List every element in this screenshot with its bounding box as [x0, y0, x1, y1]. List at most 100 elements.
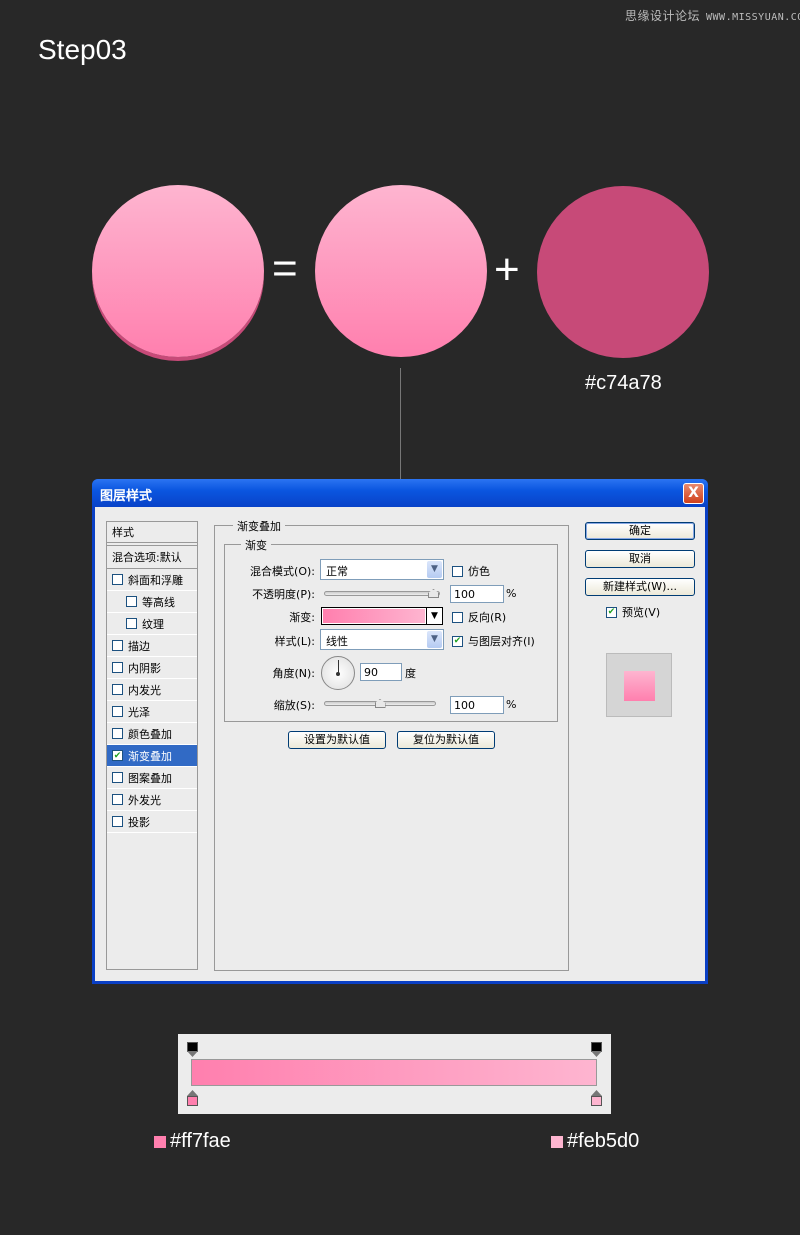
step-title: Step03 — [38, 34, 127, 65]
checkbox-icon[interactable] — [126, 618, 137, 629]
dialog-body: 样式 混合选项:默认 斜面和浮雕 等高线 纹理 描边 内阴影 内发光 光泽 颜色叠加 ✔ 渐变叠加… — [95, 507, 705, 981]
style-item[interactable]: 内阴影 — [107, 657, 197, 679]
gradient-swatch[interactable] — [323, 609, 425, 623]
style-item-label: 内阴影 — [128, 661, 161, 675]
reverse-checkbox[interactable]: 反向(R) — [452, 609, 506, 625]
style-list: 样式 混合选项:默认 斜面和浮雕等高线纹理 描边内阴影内发光光泽颜色叠加 ✔ 渐变叠加… — [106, 521, 198, 970]
style-list-header[interactable]: 样式 — [107, 522, 197, 543]
opacity-slider-thumb[interactable] — [428, 589, 439, 598]
cancel-button[interactable]: 取消 — [585, 550, 695, 568]
preview-checkbox[interactable]: ✔ 预览(V) — [606, 604, 660, 620]
checkmark-icon: ✔ — [606, 606, 617, 618]
checkbox-icon[interactable] — [112, 816, 123, 827]
style-item[interactable]: 纹理 — [107, 613, 197, 635]
angle-label: 角度(N): — [272, 667, 315, 680]
angle-input[interactable]: 90 — [360, 663, 402, 681]
opacity-slider[interactable] — [324, 589, 440, 598]
gradient-overlay-panel: 渐变叠加 渐变 混合模式(O): 正常 ▼ 仿色 不透明度(P): 100 % … — [214, 518, 569, 971]
checkbox-icon[interactable] — [126, 596, 137, 607]
opacity-stop-left[interactable] — [187, 1042, 198, 1058]
scale-slider[interactable] — [324, 699, 436, 708]
panel-title: 渐变叠加 — [233, 518, 285, 534]
end-color-label: #feb5d0 — [551, 1130, 639, 1153]
reverse-check-icon — [452, 611, 463, 623]
style-item[interactable]: ✔ 渐变叠加 — [107, 745, 197, 767]
gradient-editor — [178, 1034, 611, 1114]
make-default-button[interactable]: 设置为默认值 — [288, 731, 386, 749]
style-item[interactable]: 投影 — [107, 811, 197, 833]
blend-options-item[interactable]: 混合选项:默认 — [107, 545, 197, 569]
close-button[interactable]: X — [683, 483, 704, 504]
scale-label: 缩放(S): — [273, 699, 315, 712]
checkbox-icon[interactable] — [112, 772, 123, 783]
checkbox-icon[interactable] — [112, 684, 123, 695]
angle-center-icon — [336, 672, 340, 676]
reset-default-button[interactable]: 复位为默认值 — [397, 731, 495, 749]
angle-dial[interactable] — [321, 656, 355, 690]
shadow-circle — [537, 186, 709, 358]
align-with-layer-checkbox[interactable]: ✔ 与图层对齐(I) — [452, 633, 535, 649]
dialog-title: 图层样式 — [100, 489, 153, 504]
ok-button[interactable]: 确定 — [585, 522, 695, 540]
style-item-label: 内发光 — [128, 683, 161, 697]
close-icon: X — [688, 485, 699, 501]
style-item-label: 投影 — [128, 815, 150, 829]
section-title: 渐变 — [241, 537, 271, 553]
gradient-bar[interactable] — [191, 1059, 597, 1086]
color-stop-left[interactable] — [187, 1090, 198, 1106]
watermark-site-name: 思缘设计论坛 — [625, 9, 701, 23]
style-item-label: 渐变叠加 — [128, 749, 172, 763]
end-color-swatch — [551, 1135, 563, 1148]
style-item[interactable]: 颜色叠加 — [107, 723, 197, 745]
angle-unit: 度 — [405, 667, 416, 680]
style-item-label: 等高线 — [142, 595, 175, 609]
checkbox-icon[interactable] — [112, 794, 123, 805]
style-item-label: 图案叠加 — [128, 771, 172, 785]
scale-unit: % — [506, 698, 517, 711]
checkbox-icon[interactable] — [112, 662, 123, 673]
preview-thumbnail — [606, 653, 672, 717]
dither-checkbox[interactable]: 仿色 — [452, 563, 490, 579]
opacity-unit: % — [506, 587, 517, 600]
style-select[interactable]: 线性 ▼ — [320, 629, 444, 650]
style-item[interactable]: 光泽 — [107, 701, 197, 723]
triangle-down-icon[interactable]: ▼ — [426, 608, 442, 624]
blend-mode-select[interactable]: 正常 ▼ — [320, 559, 444, 580]
style-value: 线性 — [326, 635, 348, 648]
result-circle — [92, 185, 264, 357]
opacity-stop-right[interactable] — [591, 1042, 602, 1058]
gradient-picker[interactable]: ▼ — [321, 607, 443, 625]
gradient-section: 渐变 混合模式(O): 正常 ▼ 仿色 不透明度(P): 100 % 渐变: ▼… — [224, 537, 558, 722]
layer-style-dialog: 图层样式 X 样式 混合选项:默认 斜面和浮雕等高线纹理 描边内阴影内发光光泽颜色… — [92, 479, 708, 984]
gradient-label: 渐变: — [289, 611, 315, 624]
style-item[interactable]: 描边 — [107, 635, 197, 657]
opacity-input[interactable]: 100 — [450, 585, 504, 603]
checkbox-icon[interactable] — [112, 706, 123, 717]
checkmark-icon[interactable]: ✔ — [112, 750, 123, 761]
style-item-label: 斜面和浮雕 — [128, 573, 183, 587]
gradient-circle — [315, 185, 487, 357]
checkbox-icon[interactable] — [112, 574, 123, 585]
color-stop-right[interactable] — [591, 1090, 602, 1106]
scale-slider-thumb[interactable] — [374, 699, 386, 708]
style-item[interactable]: 内发光 — [107, 679, 197, 701]
dither-label: 仿色 — [468, 565, 490, 578]
preview-label: 预览(V) — [622, 606, 661, 619]
opacity-label: 不透明度(P): — [252, 588, 315, 601]
style-item[interactable]: 斜面和浮雕 — [107, 569, 197, 591]
checkmark-icon: ✔ — [452, 635, 463, 647]
style-item-label: 光泽 — [128, 705, 150, 719]
start-color-hex: #ff7fae — [170, 1130, 231, 1152]
end-color-hex: #feb5d0 — [567, 1130, 640, 1152]
start-color-swatch — [154, 1135, 166, 1148]
scale-input[interactable]: 100 — [450, 696, 504, 714]
style-item[interactable]: 图案叠加 — [107, 767, 197, 789]
style-item[interactable]: 外发光 — [107, 789, 197, 811]
new-style-button[interactable]: 新建样式(W)... — [585, 578, 695, 596]
plus-sign: + — [494, 245, 520, 294]
checkbox-icon[interactable] — [112, 640, 123, 651]
style-item[interactable]: 等高线 — [107, 591, 197, 613]
dialog-titlebar[interactable]: 图层样式 X — [92, 479, 708, 507]
reverse-label: 反向(R) — [468, 611, 507, 624]
checkbox-icon[interactable] — [112, 728, 123, 739]
